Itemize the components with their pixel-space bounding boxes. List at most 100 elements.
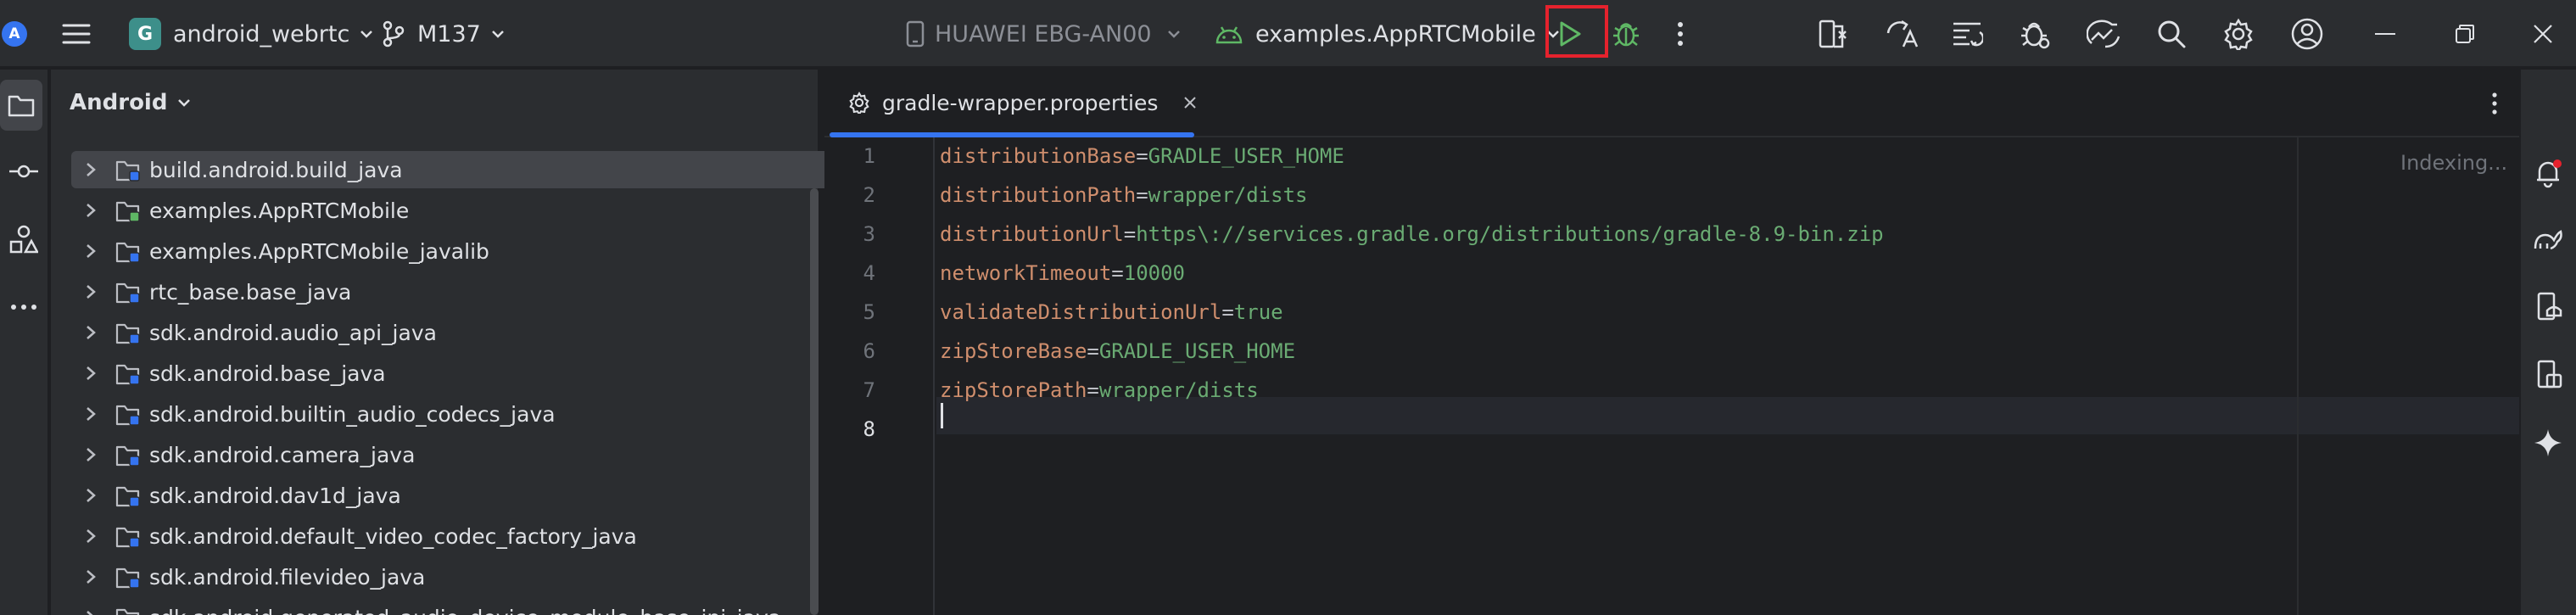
minimize-button[interactable] bbox=[2375, 0, 2395, 68]
tree-item[interactable]: sdk.android.audio_api_java bbox=[71, 314, 855, 351]
notifications-icon bbox=[2537, 159, 2562, 188]
editor-tab-bar: gradle-wrapper.properties bbox=[824, 70, 2519, 137]
line-number-gutter: 1 2 3 4 5 6 7 8 bbox=[824, 137, 935, 615]
tab-gradle-wrapper-properties[interactable]: gradle-wrapper.properties bbox=[848, 70, 1197, 136]
app-logo-icon[interactable]: A bbox=[2, 0, 27, 68]
close-button[interactable] bbox=[2533, 0, 2553, 68]
resource-manager-button[interactable] bbox=[0, 214, 47, 265]
line-number: 6 bbox=[863, 339, 875, 363]
tree-item[interactable]: sdk.android.dav1d_java bbox=[71, 477, 855, 514]
chevron-right-icon[interactable] bbox=[78, 355, 103, 392]
tree-item[interactable]: sdk.android.builtin_audio_codecs_java bbox=[71, 395, 855, 433]
debug-button[interactable] bbox=[1612, 0, 1640, 68]
project-view-selector[interactable]: Android bbox=[70, 90, 191, 115]
run-button[interactable] bbox=[1557, 0, 1583, 68]
commit-tool-button[interactable] bbox=[0, 146, 47, 197]
tree-item[interactable]: rtc_base.base_java bbox=[71, 273, 855, 310]
line-number: 8 bbox=[863, 417, 875, 441]
equals-sign: = bbox=[1136, 144, 1148, 168]
property-value: https\://services.gradle.org/distributio… bbox=[1136, 222, 1884, 246]
panel-scrollbar[interactable] bbox=[810, 188, 819, 615]
analytics-button[interactable] bbox=[2087, 0, 2122, 68]
chevron-right-icon[interactable] bbox=[78, 314, 103, 351]
module-icon bbox=[115, 282, 141, 304]
debug-icon bbox=[1613, 23, 1639, 47]
account-icon bbox=[2291, 18, 2323, 50]
tree-item[interactable]: sdk.android.generated_audio_device_modul… bbox=[71, 599, 855, 615]
gradle-button[interactable] bbox=[2524, 214, 2572, 265]
property-value: 10000 bbox=[1123, 261, 1185, 285]
search-button[interactable] bbox=[2156, 0, 2187, 68]
chevron-right-icon[interactable] bbox=[78, 273, 103, 310]
tree-item-label: examples.AppRTCMobile bbox=[149, 198, 410, 223]
property-key: zipStorePath bbox=[940, 378, 1087, 402]
right-tool-strip bbox=[2519, 70, 2576, 615]
left-tool-strip bbox=[0, 70, 49, 615]
property-key: distributionUrl bbox=[940, 222, 1124, 246]
property-key: networkTimeout bbox=[940, 261, 1112, 285]
line-number: 2 bbox=[863, 183, 875, 207]
panel-title: Android bbox=[70, 90, 168, 115]
chevron-right-icon[interactable] bbox=[78, 151, 103, 188]
tree-item-label: sdk.android.generated_audio_device_modul… bbox=[149, 606, 781, 615]
tree-item-label: sdk.android.builtin_audio_codecs_java bbox=[149, 401, 556, 427]
more-actions-button[interactable] bbox=[1676, 0, 1685, 68]
tree-item[interactable]: examples.AppRTCMobile_javalib bbox=[71, 232, 855, 270]
notifications-button[interactable] bbox=[2524, 148, 2572, 198]
chevron-right-icon[interactable] bbox=[78, 192, 103, 229]
run-config-name: examples.AppRTCMobile bbox=[1255, 20, 1536, 48]
more-tools-button[interactable] bbox=[0, 282, 47, 333]
gemini-icon bbox=[2534, 429, 2562, 456]
tree-item[interactable]: examples.AppRTCMobile bbox=[71, 192, 855, 229]
branch-name: M137 bbox=[417, 20, 481, 48]
device-manager-button[interactable] bbox=[2524, 282, 2572, 333]
account-button[interactable] bbox=[2290, 0, 2324, 68]
project-panel: Android build.android.build_java examples… bbox=[51, 70, 857, 615]
tree-item[interactable]: sdk.android.camera_java bbox=[71, 436, 855, 473]
chevron-right-icon[interactable] bbox=[78, 558, 103, 595]
profiler-button[interactable] bbox=[1951, 0, 1983, 68]
tree-item[interactable]: build.android.build_java bbox=[71, 151, 857, 188]
hamburger-menu-icon[interactable] bbox=[61, 0, 92, 68]
chevron-right-icon[interactable] bbox=[78, 395, 103, 433]
device-selector[interactable]: HUAWEI EBG-AN00 bbox=[906, 0, 1181, 68]
property-value: wrapper/dists bbox=[1098, 378, 1259, 402]
run-config-selector[interactable]: examples.AppRTCMobile bbox=[1215, 0, 1560, 68]
app-inspection-button[interactable] bbox=[2019, 0, 2051, 68]
project-selector[interactable]: G android_webrtc bbox=[129, 0, 373, 68]
equals-sign: = bbox=[1111, 261, 1124, 285]
tree-item-label: rtc_base.base_java bbox=[149, 279, 352, 305]
chevron-right-icon[interactable] bbox=[78, 436, 103, 473]
gear-icon bbox=[849, 92, 869, 114]
tab-options-button[interactable] bbox=[2482, 87, 2507, 120]
translate-button[interactable] bbox=[1885, 0, 1919, 68]
code-line: distributionPath=wrapper/dists bbox=[940, 183, 1307, 207]
device-manager-icon bbox=[2537, 292, 2562, 321]
gemini-button[interactable] bbox=[2524, 417, 2572, 468]
settings-button[interactable] bbox=[2222, 0, 2255, 68]
running-devices-button[interactable] bbox=[2524, 349, 2572, 400]
restore-button[interactable] bbox=[2455, 0, 2475, 68]
tree-item[interactable]: sdk.android.default_video_codec_factory_… bbox=[71, 517, 855, 555]
chevron-right-icon[interactable] bbox=[78, 232, 103, 270]
search-icon bbox=[2158, 20, 2186, 48]
project-tool-button[interactable] bbox=[0, 80, 42, 131]
chevron-right-icon[interactable] bbox=[78, 477, 103, 514]
text-caret bbox=[941, 403, 943, 428]
build-button[interactable] bbox=[1817, 0, 1849, 68]
branch-icon bbox=[383, 20, 405, 48]
property-key: validateDistributionUrl bbox=[940, 300, 1222, 324]
equals-sign: = bbox=[1087, 339, 1099, 363]
tree-item-label: sdk.android.filevideo_java bbox=[149, 564, 426, 590]
branch-selector[interactable]: M137 bbox=[382, 0, 505, 68]
module-icon bbox=[115, 200, 141, 222]
chevron-right-icon[interactable] bbox=[78, 517, 103, 555]
code-line: distributionBase=GRADLE_USER_HOME bbox=[940, 144, 1344, 168]
close-icon[interactable] bbox=[1183, 96, 1197, 109]
chevron-right-icon[interactable] bbox=[78, 599, 103, 615]
module-icon bbox=[115, 567, 141, 589]
tree-item[interactable]: sdk.android.base_java bbox=[71, 355, 855, 392]
tree-item[interactable]: sdk.android.filevideo_java bbox=[71, 558, 855, 595]
code-line: networkTimeout=10000 bbox=[940, 261, 1185, 285]
equals-sign: = bbox=[1136, 183, 1148, 207]
